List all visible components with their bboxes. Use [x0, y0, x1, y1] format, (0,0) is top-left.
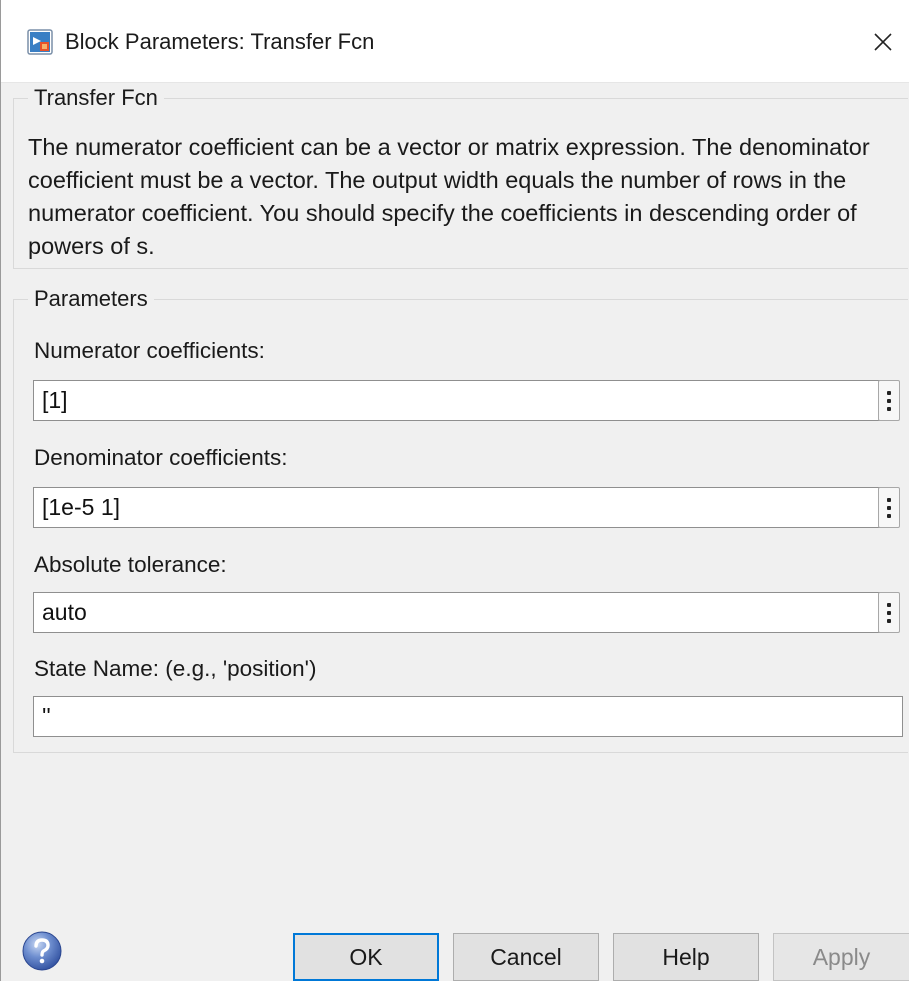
- close-icon: [874, 33, 892, 51]
- absolute-tolerance-input[interactable]: [33, 592, 891, 633]
- denominator-menu-button[interactable]: [878, 487, 900, 528]
- denominator-label: Denominator coefficients:: [34, 445, 288, 470]
- kebab-dot-icon: [887, 406, 891, 411]
- kebab-dot-icon: [887, 390, 891, 395]
- block-description-text: The numerator coefficient can be a vecto…: [28, 134, 870, 259]
- numerator-input[interactable]: [33, 380, 891, 421]
- absolute-tolerance-label: Absolute tolerance:: [34, 552, 227, 577]
- kebab-dot-icon: [887, 398, 891, 403]
- simulink-block-icon: [27, 29, 53, 55]
- kebab-dot-icon: [887, 513, 891, 518]
- absolute-tolerance-menu-button[interactable]: [878, 592, 900, 633]
- kebab-dot-icon: [887, 618, 891, 623]
- kebab-dot-icon: [887, 497, 891, 502]
- kebab-dot-icon: [887, 505, 891, 510]
- kebab-dot-icon: [887, 602, 891, 607]
- state-name-input[interactable]: [33, 696, 903, 737]
- denominator-input[interactable]: [33, 487, 891, 528]
- cancel-button[interactable]: Cancel: [453, 933, 599, 981]
- dialog-window: Block Parameters: Transfer Fcn Transfer …: [0, 0, 909, 981]
- parameters-legend: Parameters: [28, 284, 154, 314]
- close-button[interactable]: [865, 24, 901, 60]
- block-description-legend: Transfer Fcn: [28, 83, 164, 113]
- apply-button[interactable]: Apply: [773, 933, 909, 981]
- kebab-dot-icon: [887, 610, 891, 615]
- parameters-group: Parameters Numerator coefficients: Denom…: [13, 284, 908, 753]
- ok-button[interactable]: OK: [293, 933, 439, 981]
- numerator-menu-button[interactable]: [878, 380, 900, 421]
- numerator-label: Numerator coefficients:: [34, 338, 265, 363]
- state-name-label: State Name: (e.g., 'position'): [34, 656, 317, 681]
- window-title: Block Parameters: Transfer Fcn: [65, 29, 375, 54]
- title-bar[interactable]: Block Parameters: Transfer Fcn: [1, 0, 909, 83]
- help-button[interactable]: Help: [613, 933, 759, 981]
- help-question-icon[interactable]: [21, 930, 63, 972]
- block-description-group: Transfer Fcn The numerator coefficient c…: [13, 83, 908, 269]
